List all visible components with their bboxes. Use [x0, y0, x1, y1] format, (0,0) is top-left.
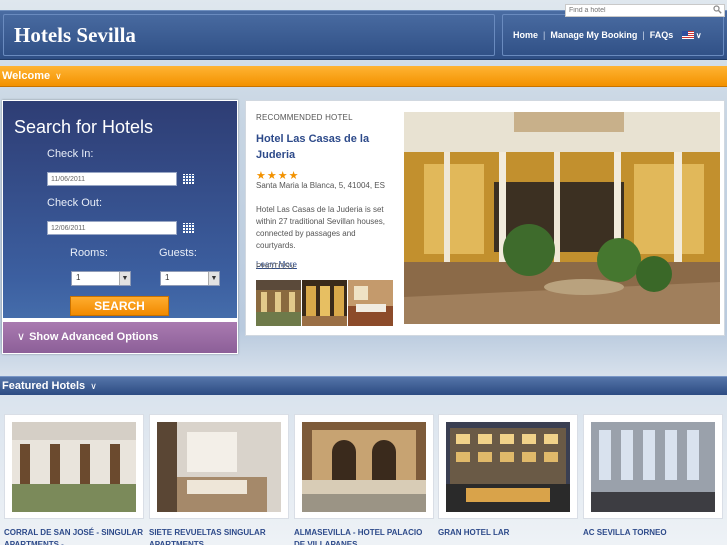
- guests-select[interactable]: 1 ▼: [160, 271, 220, 286]
- chevron-down-icon: ∨: [55, 71, 62, 81]
- featured-hotel-photo: [446, 422, 570, 512]
- featured-hotel-photo: [12, 422, 136, 512]
- show-advanced-options[interactable]: ∨ Show Advanced Options: [3, 322, 237, 353]
- top-nav: Home | Manage My Booking | FAQs ∨: [502, 14, 724, 56]
- check-in-label: Check In:: [47, 148, 94, 160]
- featured-hotel-card[interactable]: [4, 414, 144, 519]
- nav-faqs-link[interactable]: FAQs: [650, 30, 674, 40]
- featured-hotels-bar: Featured Hotels ∨: [0, 376, 727, 395]
- chevron-down-icon: ∨: [289, 262, 296, 271]
- dropdown-arrow-icon: ▼: [208, 272, 219, 285]
- hotel-photo-thumbnail[interactable]: [256, 280, 301, 326]
- recommended-kicker: RECOMMENDED HOTEL: [256, 113, 353, 122]
- recommended-hotel-panel: RECOMMENDED HOTEL Hotel Las Casas de la …: [245, 100, 725, 336]
- site-header: Hotels Sevilla Home | Manage My Booking | FA…: [0, 10, 727, 60]
- hotel-description: Hotel Las Casas de la Juderia is set wit…: [256, 205, 385, 250]
- welcome-label: Welcome: [2, 70, 51, 82]
- dropdown-arrow-icon: ▼: [119, 272, 130, 285]
- search-panel: Search for Hotels Check In: Check Out: R…: [2, 100, 238, 354]
- nav-separator: |: [642, 30, 645, 40]
- featured-hotel-card[interactable]: [294, 414, 434, 519]
- featured-hotels-label: Featured Hotels: [2, 380, 86, 392]
- welcome-toggle[interactable]: Welcome ∨: [2, 70, 62, 82]
- photos-toggle[interactable]: PHOTOS∨: [256, 262, 296, 271]
- guests-label: Guests:: [159, 247, 197, 259]
- check-out-field[interactable]: [47, 221, 177, 235]
- featured-hotel-card[interactable]: [438, 414, 578, 519]
- featured-hotel-card[interactable]: [583, 414, 723, 519]
- recommended-hotel-name[interactable]: Hotel Las Casas de la Juderia: [256, 131, 396, 163]
- hotel-photo-thumbnail[interactable]: [302, 280, 347, 326]
- chevron-down-icon[interactable]: ∨: [696, 31, 702, 40]
- guests-value: 1: [165, 273, 170, 282]
- chevron-down-icon: ∨: [17, 331, 26, 343]
- search-title: Search for Hotels: [14, 117, 154, 137]
- us-flag-icon[interactable]: [681, 31, 694, 39]
- find-hotel-input[interactable]: [565, 4, 725, 17]
- photos-label: PHOTOS: [256, 262, 290, 271]
- rooms-value: 1: [76, 273, 81, 282]
- nav-manage-booking-link[interactable]: Manage My Booking: [550, 30, 637, 40]
- hotel-photo-thumbnail[interactable]: [348, 280, 393, 326]
- check-in-field[interactable]: [47, 172, 177, 186]
- featured-hotel-name[interactable]: CORRAL DE SAN JOSÉ - SINGULAR APARTMENTS…: [4, 527, 144, 545]
- chevron-down-icon: ∨: [90, 381, 97, 391]
- search-button[interactable]: SEARCH: [70, 296, 169, 316]
- nav-home-link[interactable]: Home: [513, 30, 538, 40]
- featured-hotel-photo: [157, 422, 281, 512]
- featured-hotels-toggle[interactable]: Featured Hotels ∨: [2, 380, 97, 392]
- featured-hotel-name[interactable]: ALMASEVILLA - HOTEL PALACIO DE VILLAPANE…: [294, 527, 434, 545]
- calendar-icon[interactable]: [183, 174, 195, 184]
- featured-hotel-name[interactable]: GRAN HOTEL LAR: [438, 527, 578, 539]
- featured-hotel-name[interactable]: SIETE REVUELTAS SINGULAR APARTMENTS: [149, 527, 289, 545]
- rooms-select[interactable]: 1 ▼: [71, 271, 131, 286]
- advanced-options-label: Show Advanced Options: [29, 331, 159, 343]
- calendar-icon[interactable]: [183, 223, 195, 233]
- brand-area: Hotels Sevilla: [3, 14, 495, 56]
- welcome-bar: Welcome ∨: [0, 66, 727, 87]
- featured-hotel-photo: [591, 422, 715, 512]
- rooms-label: Rooms:: [70, 247, 108, 259]
- featured-hotel-photo: [302, 422, 426, 512]
- site-logo[interactable]: Hotels Sevilla: [14, 23, 136, 48]
- search-icon[interactable]: [713, 5, 722, 14]
- featured-hotel-card[interactable]: [149, 414, 289, 519]
- hotel-address: Santa Maria la Blanca, 5, 41004, ES: [256, 181, 385, 190]
- featured-hotel-name[interactable]: AC SEVILLA TORNEO: [583, 527, 723, 539]
- recommended-hotel-photo[interactable]: [404, 112, 720, 324]
- check-out-label: Check Out:: [47, 197, 103, 209]
- nav-separator: |: [543, 30, 546, 40]
